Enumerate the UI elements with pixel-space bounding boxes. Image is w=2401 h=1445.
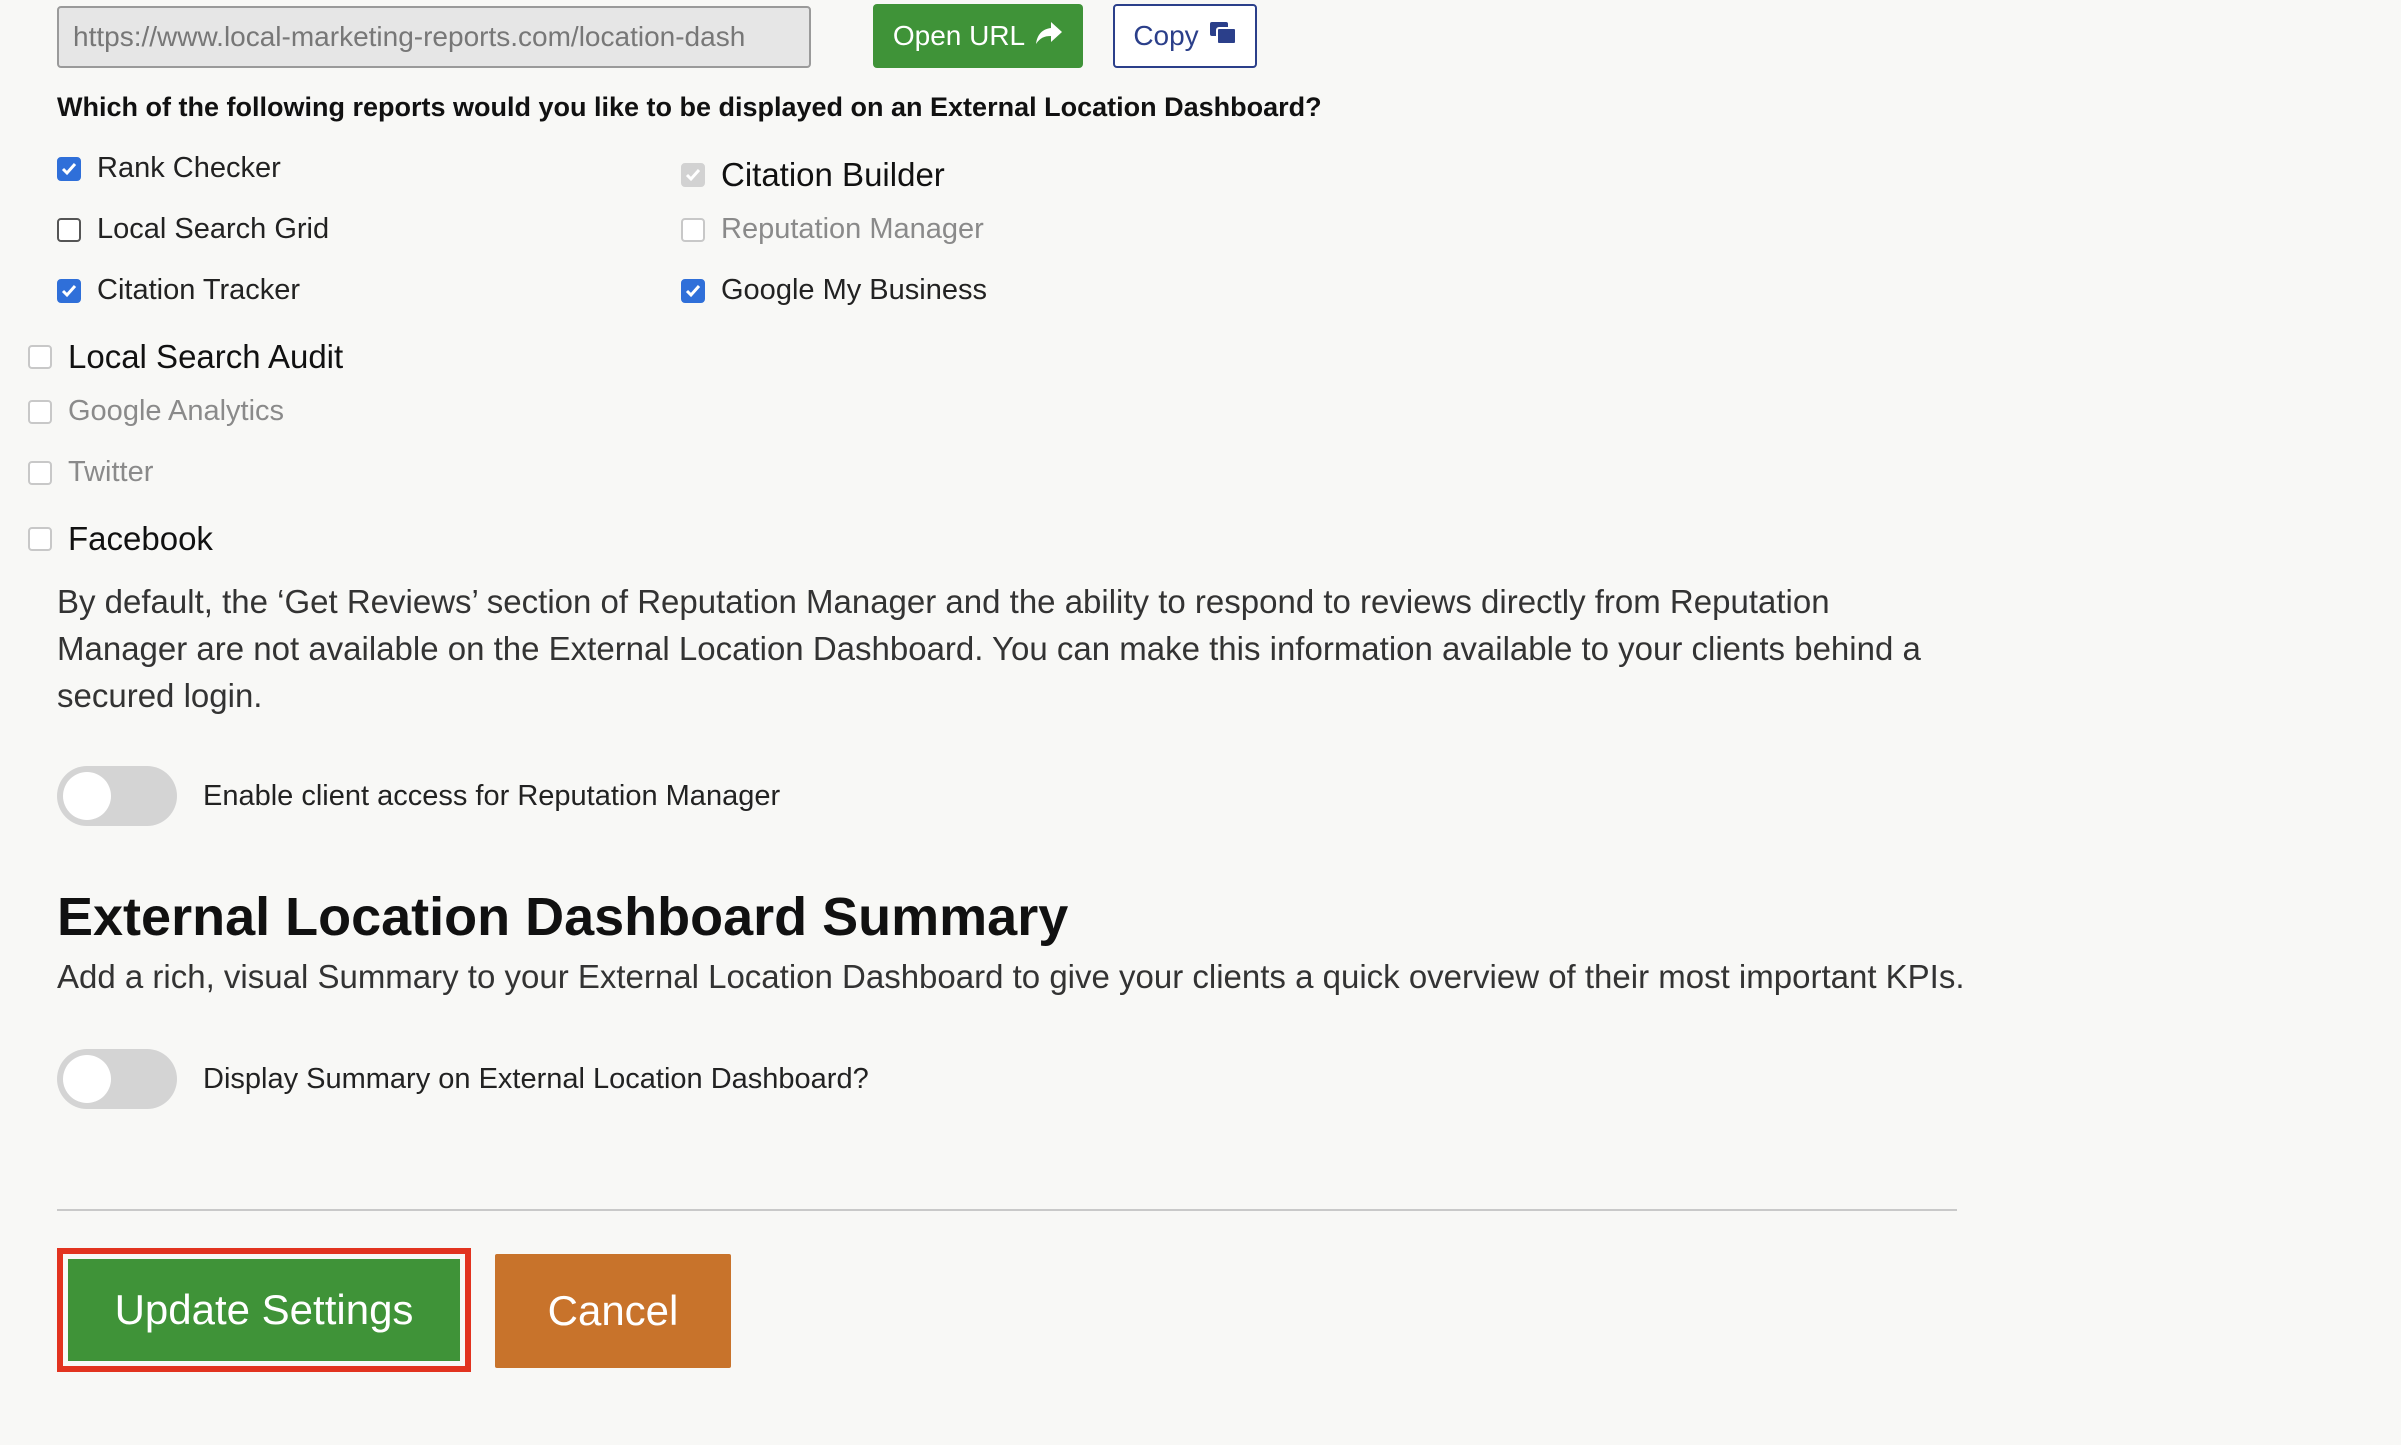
local-search-audit-label: Local Search Audit xyxy=(68,338,344,375)
option-citation-builder: Citation Builder xyxy=(681,156,945,194)
local-search-grid-label: Local Search Grid xyxy=(97,213,330,245)
facebook-label: Facebook xyxy=(68,520,213,557)
copy-icon xyxy=(1209,20,1237,52)
reports-question: Which of the following reports would you… xyxy=(57,92,1322,122)
client-access-toggle-row: Enable client access for Reputation Mana… xyxy=(57,766,780,826)
share-arrow-icon xyxy=(1035,20,1063,53)
option-local-search-audit[interactable]: Local Search Audit xyxy=(28,338,343,376)
toggle-knob xyxy=(63,772,111,820)
rank-checker-checkbox[interactable] xyxy=(57,156,81,181)
google-my-business-label: Google My Business xyxy=(721,274,987,306)
rank-checker-label: Rank Checker xyxy=(97,152,281,184)
option-local-search-grid[interactable]: Local Search Grid xyxy=(57,213,329,246)
copy-url-button[interactable]: Copy xyxy=(1113,4,1257,68)
citation-tracker-label: Citation Tracker xyxy=(97,274,301,306)
summary-description: Add a rich, visual Summary to your Exter… xyxy=(57,958,1965,995)
client-access-label: Enable client access for Reputation Mana… xyxy=(203,779,781,812)
citation-tracker-checkbox[interactable] xyxy=(57,278,81,303)
display-summary-toggle[interactable] xyxy=(57,1049,177,1109)
open-url-button[interactable]: Open URL xyxy=(873,4,1083,68)
toggle-knob xyxy=(63,1055,111,1103)
reputation-manager-checkbox xyxy=(681,217,705,242)
display-summary-toggle-row: Display Summary on External Location Das… xyxy=(57,1049,869,1109)
copy-label: Copy xyxy=(1133,20,1199,51)
citation-builder-checkbox xyxy=(681,163,705,187)
reputation-manager-label: Reputation Manager xyxy=(721,213,984,245)
twitter-label: Twitter xyxy=(68,456,154,488)
local-search-audit-checkbox[interactable] xyxy=(28,345,52,369)
google-analytics-label: Google Analytics xyxy=(68,395,285,427)
twitter-checkbox xyxy=(28,460,52,485)
option-citation-tracker[interactable]: Citation Tracker xyxy=(57,274,300,307)
option-reputation-manager: Reputation Manager xyxy=(681,213,984,246)
google-analytics-checkbox xyxy=(28,399,52,424)
facebook-checkbox[interactable] xyxy=(28,527,52,551)
update-settings-highlight: Update Settings xyxy=(57,1248,471,1372)
local-search-grid-checkbox[interactable] xyxy=(57,217,81,242)
reputation-note: By default, the ‘Get Reviews’ section of… xyxy=(57,583,1921,714)
summary-title: External Location Dashboard Summary xyxy=(57,887,1069,947)
option-twitter: Twitter xyxy=(28,456,153,489)
cancel-button[interactable]: Cancel xyxy=(495,1254,731,1368)
open-url-label: Open URL xyxy=(892,20,1026,51)
citation-builder-label: Citation Builder xyxy=(721,156,945,193)
update-settings-button[interactable]: Update Settings xyxy=(68,1259,460,1361)
option-rank-checker[interactable]: Rank Checker xyxy=(57,152,281,185)
dashboard-url-input[interactable]: https://www.local-marketing-reports.com/… xyxy=(57,6,811,68)
display-summary-label: Display Summary on External Location Das… xyxy=(203,1062,869,1095)
option-google-analytics: Google Analytics xyxy=(28,395,284,428)
client-access-toggle[interactable] xyxy=(57,766,177,826)
option-google-my-business[interactable]: Google My Business xyxy=(681,274,987,307)
section-divider xyxy=(57,1209,1957,1211)
google-my-business-checkbox[interactable] xyxy=(681,278,705,303)
option-facebook[interactable]: Facebook xyxy=(28,520,213,558)
